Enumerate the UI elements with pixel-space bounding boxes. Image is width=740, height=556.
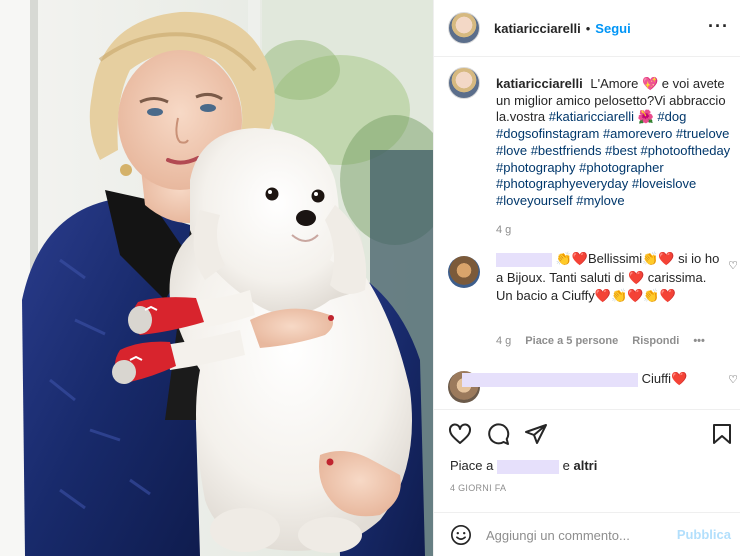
- comment-likes-count[interactable]: Piace a 5 persone: [525, 335, 618, 347]
- comment-like-heart-icon[interactable]: ♡: [728, 373, 738, 386]
- comments-list[interactable]: katiaricciarelli L'Amore 💖 e voi avete u…: [434, 57, 740, 409]
- commenter-username-redacted[interactable]: [496, 252, 552, 267]
- author-avatar[interactable]: [448, 12, 480, 44]
- liker-username-redacted[interactable]: [497, 459, 559, 474]
- likes-others-link[interactable]: altri: [573, 458, 597, 473]
- separator-dot: •: [585, 20, 591, 36]
- commenter-avatar[interactable]: [448, 256, 480, 288]
- comment-text: Ciuffi❤️: [641, 371, 688, 386]
- photo-woman-with-dog: [0, 0, 433, 556]
- share-send-icon[interactable]: [524, 422, 548, 446]
- caption-author-avatar[interactable]: [448, 67, 480, 99]
- likes-summary[interactable]: Piace a e altri: [450, 458, 597, 474]
- follow-button[interactable]: Segui: [595, 21, 630, 36]
- commenter-username-redacted[interactable]: [462, 372, 638, 387]
- comment-reply-button[interactable]: Rispondi: [632, 335, 679, 347]
- comment-time: 4 g: [496, 335, 512, 347]
- likes-prefix: Piace a: [450, 458, 494, 473]
- comment-like-heart-icon[interactable]: ♡: [728, 259, 738, 272]
- author-username[interactable]: katiaricciarelli: [494, 21, 581, 36]
- post-actions-bar: [434, 409, 740, 454]
- comment-bubble-icon[interactable]: [486, 422, 510, 446]
- likes-joiner: e: [562, 458, 570, 473]
- comment-meta: 4 g Piace a 5 persone Rispondi •••: [496, 335, 705, 347]
- post-timestamp[interactable]: 4 GIORNI FA: [450, 483, 506, 493]
- caption-username[interactable]: katiaricciarelli: [496, 76, 583, 91]
- more-horizontal-icon[interactable]: ···: [708, 17, 729, 35]
- add-comment-bar: Pubblica: [434, 512, 740, 556]
- emoji-icon[interactable]: [450, 524, 472, 546]
- post-photo[interactable]: [0, 0, 433, 556]
- post-header: katiaricciarelli • Segui ···: [434, 0, 740, 57]
- comment-more-icon[interactable]: •••: [693, 335, 705, 347]
- caption-time: 4 g: [496, 223, 512, 236]
- publish-button[interactable]: Pubblica: [677, 527, 731, 542]
- like-heart-icon[interactable]: [448, 422, 472, 446]
- post-sidebar: katiaricciarelli • Segui ··· katiariccia…: [433, 0, 740, 556]
- comment-input[interactable]: [486, 525, 672, 545]
- save-bookmark-icon[interactable]: [710, 422, 734, 446]
